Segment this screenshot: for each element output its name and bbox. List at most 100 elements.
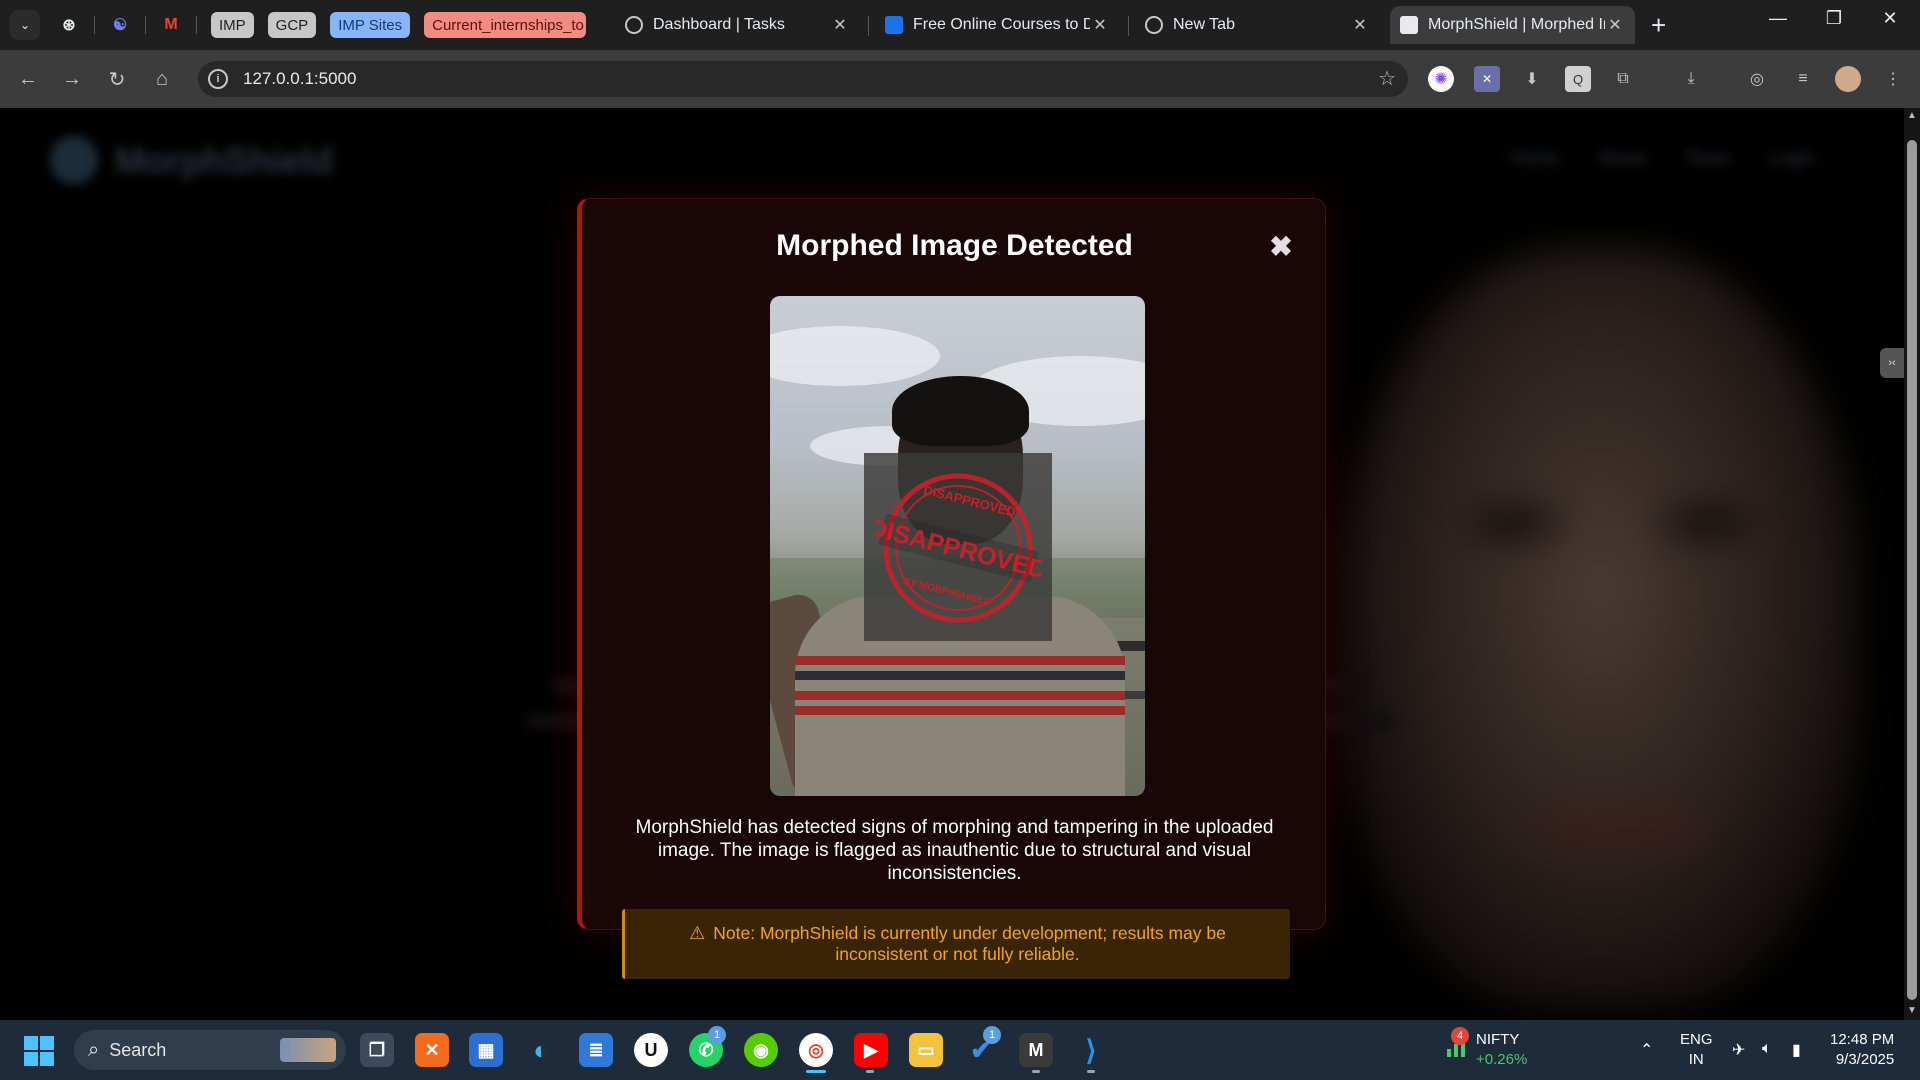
lang-region: IN: [1688, 1051, 1704, 1068]
close-tab-icon[interactable]: ✕: [1090, 15, 1110, 35]
url-text: 127.0.0.1:5000: [243, 69, 357, 88]
extension-q-icon[interactable]: Q: [1565, 66, 1591, 92]
modal-title: Morphed Image Detected: [776, 229, 1133, 262]
duolingo-icon[interactable]: ◉: [744, 1033, 778, 1067]
tab-divider: [868, 16, 869, 36]
nifty-name: NIFTY: [1476, 1031, 1520, 1048]
bookmark-star-icon[interactable]: ☆: [1378, 66, 1396, 91]
note-text: Note: MorphShield is currently under dev…: [713, 923, 1226, 964]
search-highlight-image: [280, 1038, 336, 1062]
clock-date: 9/3/2025: [1835, 1051, 1895, 1068]
extension-download-helper-icon[interactable]: ⬇: [1519, 66, 1545, 92]
system-clock[interactable]: 12:48 PM 9/3/2025: [1830, 1030, 1894, 1070]
language-indicator[interactable]: ENG IN: [1680, 1030, 1713, 1070]
nifty-change: +0.26%: [1476, 1051, 1528, 1068]
tab-search-button[interactable]: ⌄: [10, 10, 40, 40]
scrollbar-thumb[interactable]: [1907, 140, 1917, 1000]
disapproved-stamp-icon: DISAPPROVED DISAPPROVED BY MORPHSHIELD: [876, 473, 1041, 623]
new-tab-favicon-icon: [1145, 16, 1163, 34]
microsoft-store-icon[interactable]: ▦: [469, 1033, 503, 1067]
extension-copilot-icon[interactable]: ✺: [1428, 66, 1454, 92]
tab-title: MorphShield | Morphed Image: [1428, 16, 1605, 33]
minimize-button[interactable]: —: [1758, 8, 1798, 29]
notepad-icon[interactable]: ≣: [579, 1033, 613, 1067]
address-bar[interactable]: i 127.0.0.1:5000 ☆: [198, 61, 1408, 97]
close-modal-button[interactable]: ✖: [1266, 232, 1296, 262]
vscode-running-indicator: [1087, 1070, 1095, 1073]
taskbar-search[interactable]: ⌕ Search: [74, 1030, 346, 1070]
lang-code: ENG: [1680, 1031, 1713, 1048]
extension-pixel-icon[interactable]: ✕: [1474, 66, 1500, 92]
bookmark-gcp[interactable]: GCP: [267, 12, 317, 38]
youtube-icon[interactable]: ▶: [854, 1033, 888, 1067]
gmail-bookmark-icon[interactable]: M: [160, 14, 182, 36]
xampp-icon[interactable]: ✕: [415, 1033, 449, 1067]
taskbar-search-label: Search: [109, 1039, 167, 1060]
browser-tab-strip: ⌄ ⊛ ☯ M IMP GCP IMP Sites Current_intern…: [0, 0, 1920, 50]
tab-free-online-courses[interactable]: Free Online Courses to Do ✕: [875, 6, 1120, 44]
media-control-icon[interactable]: ≡: [1790, 66, 1816, 92]
task-view-icon[interactable]: ❐: [360, 1033, 394, 1067]
reload-icon[interactable]: ↻: [104, 66, 130, 92]
back-arrow-icon[interactable]: ←: [15, 66, 41, 92]
vscode-icon[interactable]: ⟩: [1074, 1033, 1108, 1067]
chrome-icon[interactable]: ◎: [799, 1033, 833, 1067]
performance-icon[interactable]: ◎: [1744, 66, 1770, 92]
scroll-up-arrow-icon[interactable]: ▲: [1906, 110, 1918, 121]
side-panel-handle-icon[interactable]: ›‹: [1880, 348, 1904, 378]
close-tab-icon[interactable]: ✕: [1605, 15, 1625, 35]
bookmark-imp-sites[interactable]: IMP Sites: [330, 12, 411, 38]
bookmark-separator: [196, 16, 197, 34]
close-tab-icon[interactable]: ✕: [830, 15, 850, 35]
detection-message: MorphShield has detected signs of morphi…: [635, 817, 1274, 884]
forward-arrow-icon[interactable]: →: [59, 66, 85, 92]
codex-bookmark-icon[interactable]: ☯: [109, 14, 131, 36]
dashboard-favicon-icon: [625, 16, 643, 34]
chrome-active-indicator: [806, 1070, 826, 1073]
new-tab-button[interactable]: +: [1651, 10, 1666, 41]
home-icon[interactable]: ⌂: [149, 66, 175, 92]
search-icon: ⌕: [88, 1038, 100, 1061]
site-info-icon[interactable]: i: [208, 69, 228, 89]
file-explorer-icon[interactable]: ▭: [909, 1033, 943, 1067]
uipath-icon[interactable]: U: [634, 1033, 668, 1067]
bookmark-current-internships[interactable]: Current_internships_to: [424, 12, 587, 38]
edge-icon[interactable]: ◐: [524, 1033, 558, 1067]
profile-avatar[interactable]: [1835, 66, 1861, 92]
morphshield-favicon-icon: [1400, 16, 1418, 34]
scroll-down-arrow-icon[interactable]: ▼: [1906, 1005, 1918, 1016]
windows-start-icon[interactable]: [24, 1036, 54, 1066]
close-window-button[interactable]: ✕: [1870, 8, 1910, 29]
courses-favicon-icon: [885, 16, 903, 34]
more-menu-icon[interactable]: ⋮: [1880, 66, 1906, 92]
volume-icon[interactable]: 🔈︎: [1762, 1040, 1772, 1058]
whatsapp-badge: 1: [708, 1026, 726, 1044]
airplane-mode-icon[interactable]: ✈: [1732, 1040, 1745, 1060]
mail-app-icon[interactable]: M: [1019, 1033, 1053, 1067]
show-hidden-icons-chevron-icon[interactable]: ⌃: [1640, 1040, 1653, 1060]
extensions-puzzle-icon[interactable]: ⧉: [1610, 66, 1636, 92]
bookmarks-bar: ⊛ ☯ M IMP GCP IMP Sites Current_internsh…: [58, 12, 587, 38]
todo-badge: 1: [983, 1026, 1001, 1044]
bookmark-imp[interactable]: IMP: [211, 12, 254, 38]
chevron-down-icon: ⌄: [19, 18, 31, 32]
bookmark-separator: [94, 16, 95, 34]
uploaded-image: DISAPPROVED DISAPPROVED BY MORPHSHIELD: [770, 296, 1145, 796]
battery-icon[interactable]: ▮: [1792, 1040, 1801, 1060]
warning-icon: ⚠: [689, 923, 706, 943]
tab-new-tab[interactable]: New Tab ✕: [1135, 6, 1380, 44]
youtube-running-indicator: [866, 1070, 874, 1073]
nifty-badge: 4: [1451, 1027, 1469, 1045]
restore-button[interactable]: ❐: [1814, 8, 1854, 29]
tab-title: New Tab: [1173, 16, 1235, 33]
close-tab-icon[interactable]: ✕: [1350, 15, 1370, 35]
mail-running-indicator: [1032, 1070, 1040, 1073]
openai-bookmark-icon[interactable]: ⊛: [58, 14, 80, 36]
tab-divider: [1128, 16, 1129, 36]
downloads-icon[interactable]: ⤓: [1678, 66, 1704, 92]
tab-title: Free Online Courses to Do: [913, 16, 1090, 33]
tab-morphshield[interactable]: MorphShield | Morphed Image ✕: [1390, 6, 1635, 44]
nifty-widget[interactable]: NIFTY +0.26%: [1476, 1030, 1527, 1070]
tab-dashboard[interactable]: Dashboard | Tasks ✕: [615, 6, 860, 44]
clock-time: 12:48 PM: [1830, 1031, 1895, 1048]
